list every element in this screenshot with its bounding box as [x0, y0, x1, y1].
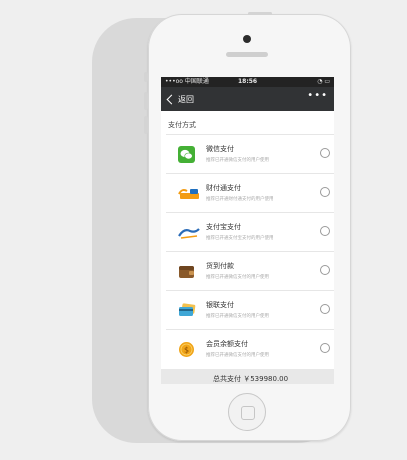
payment-option-title: 会员余额支付 [206, 340, 248, 348]
wallet-icon [178, 263, 195, 280]
more-options-button[interactable]: ••• [307, 90, 328, 101]
payment-option-title: 支付宝支付 [206, 223, 241, 231]
payment-option-description: 推荐已开通支付宝支付的用户使用 [206, 236, 274, 241]
section-title: 支付方式 [168, 121, 196, 129]
svg-text:$: $ [184, 346, 189, 355]
payment-option-description: 推荐已开通微信支付的用户使用 [206, 158, 269, 163]
payment-option-title: 银联支付 [206, 301, 234, 309]
payment-method-list: 微信支付 推荐已开通微信支付的用户使用 财付通支付 推荐已开通财付通支付的用户使… [161, 134, 334, 368]
payment-option-description: 推荐已开通微信支付的用户使用 [206, 353, 269, 358]
front-camera [243, 35, 251, 43]
payment-option-unionpay[interactable]: 银联支付 推荐已开通微信支付的用户使用 [166, 290, 334, 329]
radio-button[interactable] [320, 304, 330, 314]
radio-button[interactable] [320, 265, 330, 275]
payment-option-balance[interactable]: $ 会员余额支付 推荐已开通微信支付的用户使用 [166, 329, 334, 368]
nav-bar: 返回 ••• [161, 87, 334, 111]
mute-switch [144, 72, 148, 82]
radio-button[interactable] [320, 226, 330, 236]
payment-option-title: 货到付款 [206, 262, 234, 270]
payment-option-description: 推荐已开通微信支付的用户使用 [206, 275, 269, 280]
wechat-pay-icon [178, 146, 195, 163]
payment-option-wechat[interactable]: 微信支付 推荐已开通微信支付的用户使用 [166, 134, 334, 173]
power-button [248, 12, 272, 15]
coin-icon: $ [178, 341, 195, 358]
radio-button[interactable] [320, 148, 330, 158]
volume-up-button [144, 92, 148, 110]
total-bar: 总共支付 ￥539980.00 [161, 369, 334, 384]
payment-option-description: 推荐已开通微信支付的用户使用 [206, 314, 269, 319]
radio-button[interactable] [320, 343, 330, 353]
back-button[interactable]: 返回 [165, 93, 194, 105]
payment-option-alipay[interactable]: 支付宝支付 推荐已开通支付宝支付的用户使用 [166, 212, 334, 251]
total-amount: 总共支付 ￥539980.00 [213, 375, 289, 383]
earpiece-speaker [226, 52, 268, 57]
phone-screen: •••oo 中国联通 18:56 ◔ ▭ 返回 ••• 支付方式 微信支付 推荐… [161, 77, 334, 384]
payment-option-description: 推荐已开通财付通支付的用户使用 [206, 197, 274, 202]
payment-option-cod[interactable]: 货到付款 推荐已开通微信支付的用户使用 [166, 251, 334, 290]
carrier-signal: •••oo 中国联通 [165, 78, 209, 85]
status-time: 18:56 [238, 78, 258, 85]
back-label: 返回 [178, 94, 194, 104]
payment-option-title: 微信支付 [206, 145, 234, 153]
volume-down-button [144, 116, 148, 134]
radio-button[interactable] [320, 187, 330, 197]
tenpay-icon [178, 185, 199, 202]
payment-option-tenpay[interactable]: 财付通支付 推荐已开通财付通支付的用户使用 [166, 173, 334, 212]
payment-option-title: 财付通支付 [206, 184, 241, 192]
bank-card-icon [178, 302, 196, 319]
chevron-left-icon [166, 94, 177, 104]
status-bar: •••oo 中国联通 18:56 ◔ ▭ [161, 77, 334, 87]
home-button[interactable] [228, 393, 266, 431]
alipay-icon [178, 224, 200, 241]
battery-icon: ◔ ▭ [317, 78, 330, 85]
